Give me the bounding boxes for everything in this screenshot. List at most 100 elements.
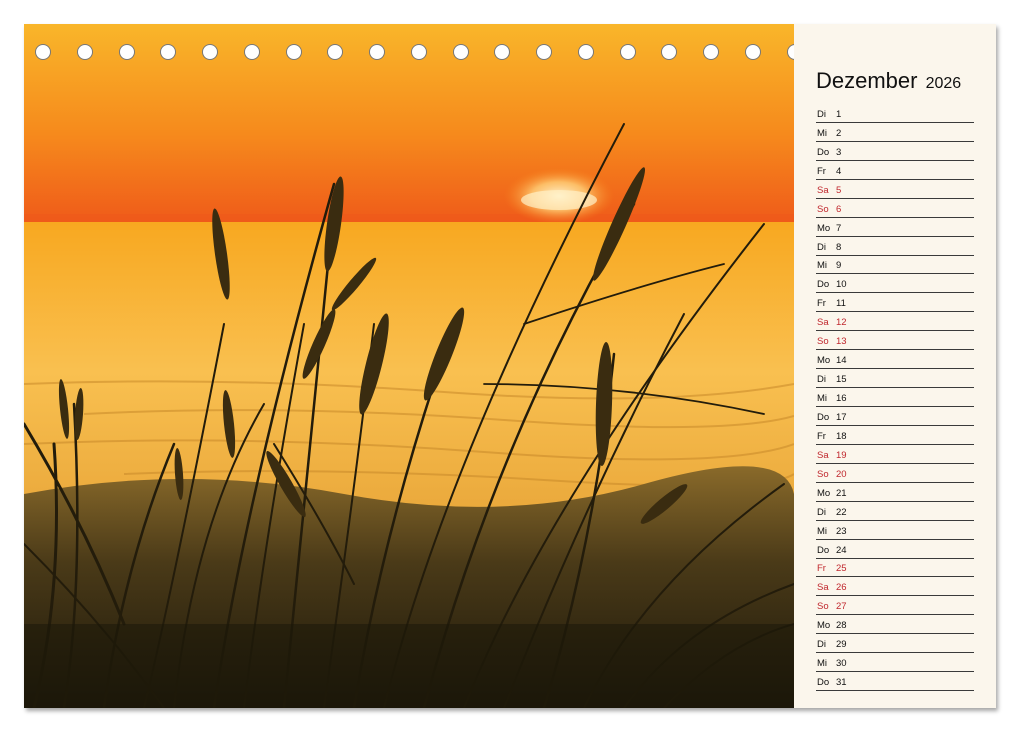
weekday-label: Fr [817, 165, 826, 177]
day-row: Mi 2 [816, 123, 974, 142]
day-row: Di 29 [816, 634, 974, 654]
day-number: 3 [836, 146, 842, 158]
day-number: 9 [836, 260, 842, 272]
day-number: 25 [836, 563, 847, 575]
year-label: 2026 [925, 75, 962, 92]
day-row: Sa 19 [816, 445, 974, 464]
calendar-page: Dezember 2026 Di 1 Mi 2 Do 3 Fr 4 Sa 5 So 6 Mo 7 Di 8 Mi… [24, 24, 996, 708]
weekday-label: Di [817, 108, 826, 120]
day-number: 19 [836, 449, 847, 461]
weekday-label: Fr [817, 298, 826, 310]
day-number: 29 [836, 639, 847, 651]
weekday-label: Fr [817, 430, 826, 442]
day-number: 1 [836, 108, 842, 120]
weekday-label: Mi [817, 127, 828, 139]
weekday-label: Do [817, 146, 830, 158]
day-row: So 6 [816, 199, 974, 218]
day-row: Sa 5 [816, 180, 974, 199]
day-row: So 27 [816, 596, 974, 616]
weekday-label: Mo [817, 487, 831, 499]
day-row: Do 31 [816, 672, 974, 692]
day-number: 12 [836, 317, 847, 329]
day-number: 6 [836, 203, 842, 215]
day-row: Do 10 [816, 274, 974, 294]
day-number: 30 [836, 658, 847, 670]
day-number: 22 [836, 506, 847, 518]
day-row: Mi 9 [816, 256, 974, 275]
day-row: Mo 14 [816, 350, 974, 370]
day-row: Di 8 [816, 237, 974, 256]
day-list: Di 1 Mi 2 Do 3 Fr 4 Sa 5 So 6 Mo 7 Di 8 Mi 9 Do 10 Fr 11 Sa 12 S… [816, 104, 974, 692]
day-number: 7 [836, 222, 842, 234]
weekday-label: Mi [817, 525, 828, 537]
day-row: Di 1 [816, 104, 974, 123]
day-number: 15 [836, 374, 847, 386]
day-row: Do 3 [816, 142, 974, 161]
day-row: Di 22 [816, 502, 974, 521]
day-row: Mo 21 [816, 483, 974, 502]
day-row: Di 15 [816, 369, 974, 389]
day-row: Do 24 [816, 540, 974, 559]
weekday-label: So [817, 336, 829, 348]
weekday-label: Do [817, 677, 830, 689]
day-number: 26 [836, 582, 847, 594]
month-name: Dezember [816, 68, 918, 93]
weekday-label: Sa [817, 184, 829, 196]
weekday-label: Mi [817, 393, 828, 404]
day-row: Sa 12 [816, 312, 974, 332]
month-title: Dezember 2026 [816, 68, 961, 94]
weekday-label: Di [817, 374, 826, 386]
weekday-label: So [817, 203, 829, 215]
day-row: Fr 4 [816, 161, 974, 180]
day-number: 18 [836, 430, 847, 442]
day-number: 14 [836, 355, 847, 367]
day-number: 2 [836, 127, 842, 139]
weekday-label: Mi [817, 260, 828, 272]
day-row: Do 17 [816, 407, 974, 426]
day-number: 5 [836, 184, 842, 196]
weekday-label: So [817, 601, 829, 613]
day-number: 4 [836, 165, 842, 177]
weekday-label: Mo [817, 222, 831, 234]
day-row: Mi 16 [816, 388, 974, 407]
day-number: 24 [836, 544, 847, 556]
weekday-label: Do [817, 279, 830, 291]
day-row: Sa 26 [816, 577, 974, 597]
weekday-label: Sa [817, 449, 829, 461]
weekday-label: Mi [817, 658, 828, 670]
sunset-beach-grass-photo [24, 24, 794, 708]
day-row: Mi 30 [816, 653, 974, 673]
day-number: 8 [836, 241, 842, 253]
day-number: 27 [836, 601, 847, 613]
day-number: 11 [836, 298, 846, 310]
day-row: Fr 25 [816, 559, 974, 578]
day-number: 21 [836, 487, 847, 499]
day-row: Fr 11 [816, 293, 974, 313]
day-number: 23 [836, 525, 847, 537]
day-row: Fr 18 [816, 426, 974, 445]
day-number: 10 [836, 279, 847, 291]
day-row: So 20 [816, 464, 974, 483]
day-number: 31 [836, 677, 847, 689]
weekday-label: Mo [817, 620, 831, 632]
weekday-label: Sa [817, 317, 829, 329]
weekday-label: So [817, 468, 829, 480]
day-row: Mo 7 [816, 218, 974, 237]
weekday-label: Sa [817, 582, 829, 594]
day-row: So 13 [816, 331, 974, 351]
day-number: 20 [836, 468, 847, 480]
weekday-label: Mo [817, 355, 831, 367]
day-row: Mi 23 [816, 521, 974, 540]
day-number: 13 [836, 336, 847, 348]
weekday-label: Di [817, 241, 826, 253]
weekday-label: Do [817, 411, 830, 423]
day-number: 17 [836, 411, 847, 423]
day-number: 28 [836, 620, 847, 632]
weekday-label: Di [817, 506, 826, 518]
day-row: Mo 28 [816, 615, 974, 635]
weekday-label: Do [817, 544, 830, 556]
calendar-panel: Dezember 2026 Di 1 Mi 2 Do 3 Fr 4 Sa 5 So 6 Mo 7 Di 8 Mi… [794, 24, 996, 708]
day-number: 16 [836, 393, 847, 404]
weekday-label: Di [817, 639, 826, 651]
weekday-label: Fr [817, 563, 826, 575]
